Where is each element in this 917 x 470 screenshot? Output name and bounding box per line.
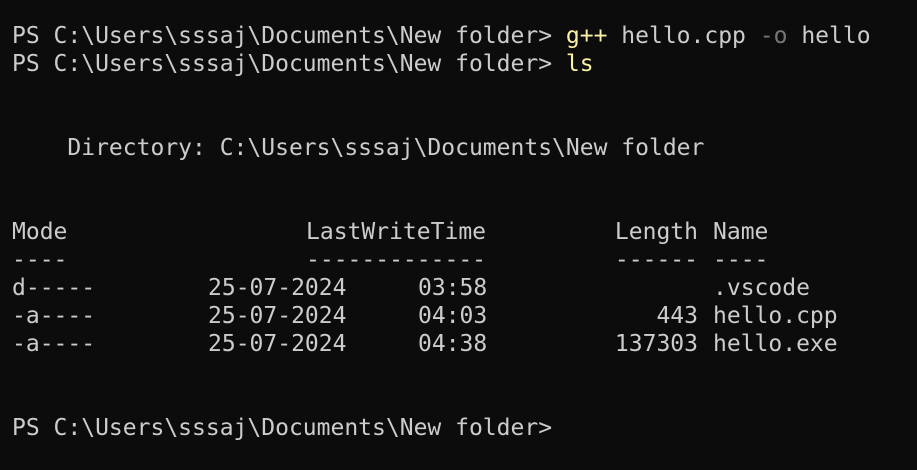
row-time: 04:03 — [418, 303, 488, 329]
terminal-window[interactable]: PS C:\Users\sssaj\Documents\New folder> … — [0, 0, 917, 470]
command-argument: hello — [787, 23, 871, 49]
header-name: Name — [713, 219, 769, 245]
command-flag: -o — [759, 23, 788, 49]
underline-mode: ---- — [12, 247, 68, 273]
command-name: ls — [565, 51, 594, 77]
active-prompt[interactable]: PS C:\Users\sssaj\Documents\New folder> — [12, 414, 552, 442]
underline-length: ------ — [614, 247, 698, 273]
command-name: g++ — [565, 23, 608, 49]
prompt: PS C:\Users\sssaj\Documents\New folder> — [12, 51, 566, 77]
row-date: 25-07-2024 — [208, 275, 347, 301]
row-name: hello.cpp — [713, 303, 838, 329]
row-name: hello.exe — [713, 331, 838, 357]
row-date: 25-07-2024 — [208, 303, 347, 329]
row-name: .vscode — [713, 275, 810, 301]
underline-lastwritetime: ------------- — [306, 247, 487, 273]
row-length: 443 — [656, 303, 698, 329]
row-mode: -a---- — [12, 331, 96, 357]
row-time: 03:58 — [418, 275, 488, 301]
underline-name: ---- — [713, 247, 769, 273]
row-time: 04:38 — [418, 331, 488, 357]
command-argument: hello.cpp — [607, 23, 760, 49]
command-line-ls: PS C:\Users\sssaj\Documents\New folder> … — [12, 50, 594, 78]
row-date: 25-07-2024 — [208, 331, 347, 357]
header-lastwritetime: LastWriteTime — [306, 219, 487, 245]
header-length: Length — [614, 219, 698, 245]
row-mode: -a---- — [12, 303, 96, 329]
row-length: 137303 — [614, 331, 698, 357]
header-mode: Mode — [12, 219, 68, 245]
row-mode: d----- — [12, 275, 96, 301]
prompt: PS C:\Users\sssaj\Documents\New folder> — [12, 23, 566, 49]
directory-heading: Directory: C:\Users\sssaj\Documents\New … — [12, 135, 705, 161]
command-line-gpp: PS C:\Users\sssaj\Documents\New folder> … — [12, 22, 871, 50]
